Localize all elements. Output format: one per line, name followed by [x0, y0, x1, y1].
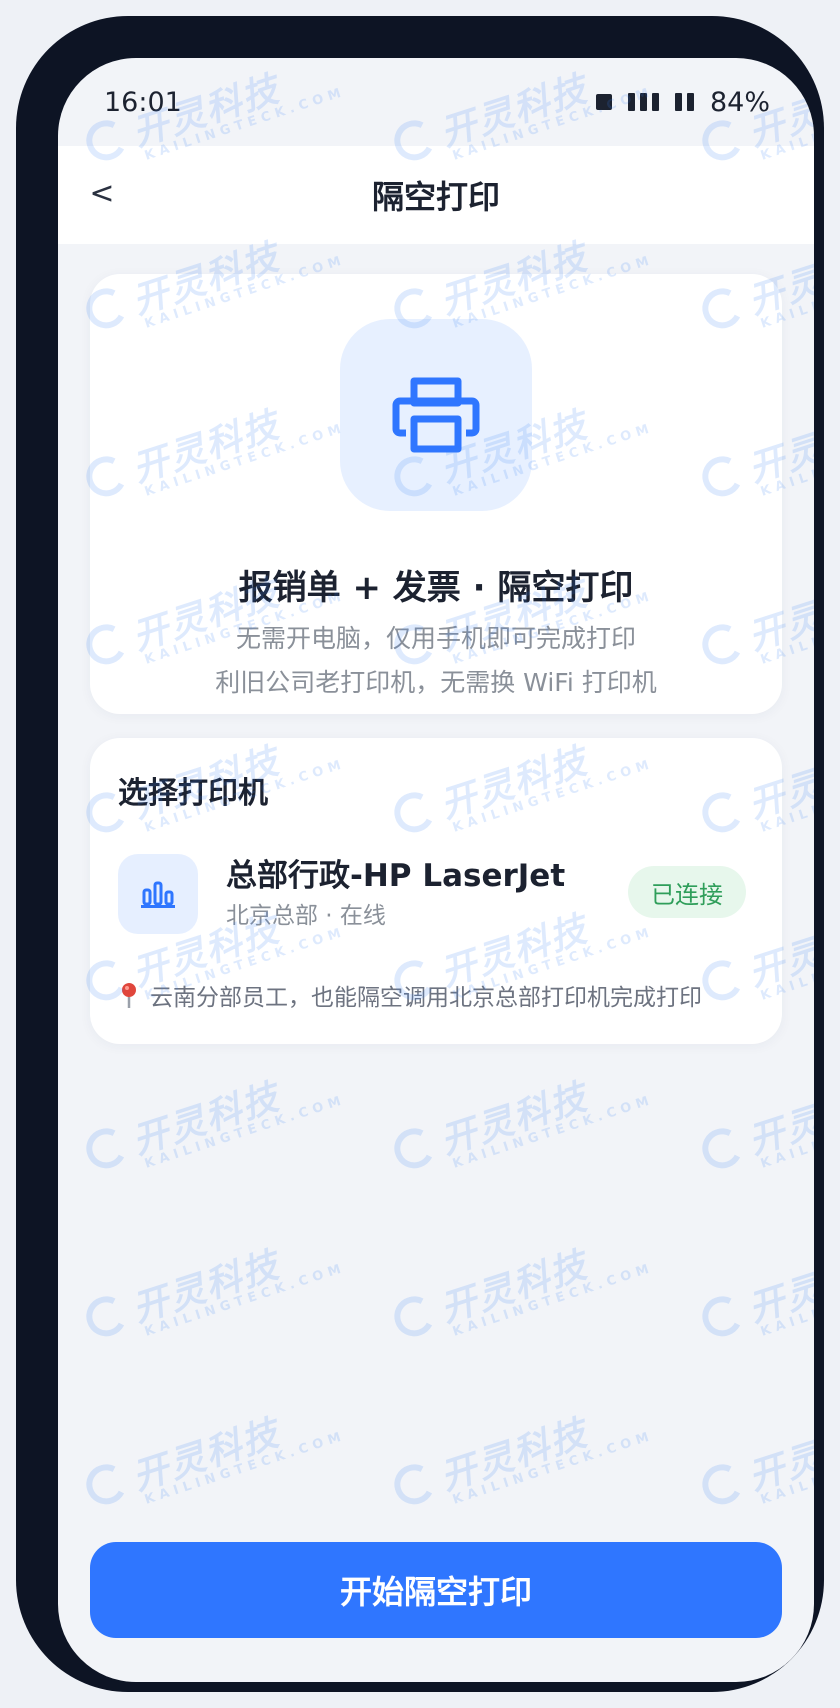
phone-frame: 16:01 84% < 隔空打印 报销单 + 发票 · 隔空打印 无需开电脑，仅 [16, 16, 824, 1692]
watermark-text: 开灵科技 [435, 1412, 593, 1499]
section-title: 选择打印机 [118, 776, 268, 811]
watermark-text: 开灵科技 [743, 1412, 814, 1499]
watermark-mark-icon [81, 1291, 132, 1342]
back-button[interactable]: < [82, 174, 122, 214]
watermark-subtext: KAILINGTECK.COM [758, 1428, 814, 1508]
watermark-subtext: KAILINGTECK.COM [450, 1092, 656, 1172]
hero-icon-box [340, 319, 532, 511]
watermark-logo: 开灵科技KAILINGTECK.COM [694, 1232, 814, 1370]
watermark-logo: 开灵科技KAILINGTECK.COM [78, 1064, 348, 1202]
watermark-logo: 开灵科技KAILINGTECK.COM [386, 1064, 656, 1202]
hero-title: 报销单 + 发票 · 隔空打印 [238, 568, 634, 608]
watermark-logo: 开灵科技KAILINGTECK.COM [694, 1400, 814, 1538]
watermark-subtext: KAILINGTECK.COM [142, 1428, 348, 1508]
watermark-mark-icon [389, 1291, 440, 1342]
watermark-subtext: KAILINGTECK.COM [450, 1260, 656, 1340]
page-title: 隔空打印 [371, 178, 500, 216]
watermark-text: 开灵科技 [435, 1244, 593, 1331]
connection-status-badge: 已连接 [628, 866, 746, 918]
watermark-mark-icon [697, 1459, 748, 1510]
printer-note: 云南分部员工，也能隔空调用北京总部打印机完成打印 [118, 978, 702, 1012]
watermark-text: 开灵科技 [127, 1244, 285, 1331]
printer-note-text: 云南分部员工，也能隔空调用北京总部打印机完成打印 [150, 985, 702, 1011]
notification-icon [595, 94, 612, 110]
wifi-icon [674, 93, 694, 111]
watermark-subtext: KAILINGTECK.COM [142, 1092, 348, 1172]
pin-icon [122, 983, 136, 1008]
watermark-logo: 开灵科技KAILINGTECK.COM [78, 1400, 348, 1538]
printer-name: 总部行政-HP LaserJet [226, 858, 566, 894]
battery-level: 84% [709, 86, 770, 118]
watermark-text: 开灵科技 [743, 1244, 814, 1331]
watermark-text: 开灵科技 [127, 1412, 285, 1499]
watermark-subtext: KAILINGTECK.COM [758, 1260, 814, 1340]
watermark-mark-icon [389, 1123, 440, 1174]
watermark-text: 开灵科技 [127, 1076, 285, 1163]
bar-chart-icon [141, 881, 175, 908]
watermark-text: 开灵科技 [435, 1076, 593, 1163]
hero-card: 报销单 + 发票 · 隔空打印 无需开电脑，仅用手机即可完成打印 利旧公司老打印… [90, 274, 782, 714]
watermark-subtext: KAILINGTECK.COM [758, 1092, 814, 1172]
watermark-text: 开灵科技 [743, 1076, 814, 1163]
watermark-mark-icon [81, 1123, 132, 1174]
watermark-mark-icon [697, 1291, 748, 1342]
hero-subtitle-1: 无需开电脑，仅用手机即可完成打印 [235, 624, 636, 653]
watermark-logo: 开灵科技KAILINGTECK.COM [386, 1400, 656, 1538]
signal-icon [627, 93, 659, 111]
start-print-button[interactable]: 开始隔空打印 [90, 1542, 782, 1638]
watermark-mark-icon [697, 1123, 748, 1174]
watermark-mark-icon [81, 1459, 132, 1510]
printer-meta: 北京总部 · 在线 [226, 903, 386, 929]
printer-item-icon-box [118, 854, 198, 934]
phone-screen: 16:01 84% < 隔空打印 报销单 + 发票 · 隔空打印 无需开电脑，仅 [58, 58, 814, 1682]
watermark-subtext: KAILINGTECK.COM [142, 1260, 348, 1340]
watermark-logo: 开灵科技KAILINGTECK.COM [78, 1232, 348, 1370]
watermark-mark-icon [389, 1459, 440, 1510]
hero-subtitle-2: 利旧公司老打印机，无需换 WiFi 打印机 [215, 668, 657, 697]
printer-select-card: 选择打印机 总部行政-HP LaserJet 北京总部 · 在线 已连接 云南分… [90, 738, 782, 1044]
status-time: 16:01 [104, 86, 182, 118]
nav-bar: < 隔空打印 [58, 146, 814, 244]
watermark-subtext: KAILINGTECK.COM [450, 1428, 656, 1508]
status-indicators: 84% [595, 86, 770, 118]
status-bar: 16:01 84% [58, 58, 814, 146]
watermark-logo: 开灵科技KAILINGTECK.COM [386, 1232, 656, 1370]
printer-icon [392, 377, 480, 453]
watermark-logo: 开灵科技KAILINGTECK.COM [694, 1064, 814, 1202]
